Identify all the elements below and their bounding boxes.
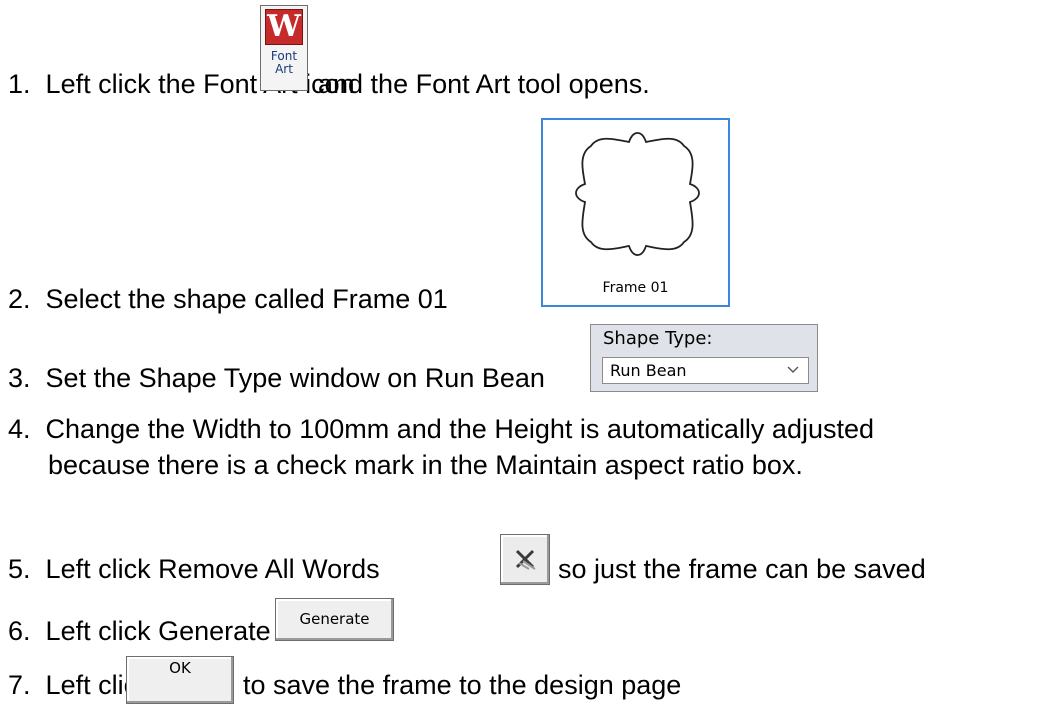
remove-all-words-button[interactable]: [500, 534, 550, 585]
step-number: 5.: [8, 554, 31, 584]
step-text: Set the Shape Type window on Run Bean: [45, 363, 545, 393]
step-text: Change the Width to 100mm and the Height…: [45, 414, 875, 444]
remove-all-words-icon: [515, 549, 536, 570]
font-art-label: Font Art: [270, 49, 298, 76]
step-3: 3. Set the Shape Type window on Run Bean: [8, 362, 545, 394]
step-4: 4. Change the Width to 100mm and the Hei…: [8, 413, 874, 445]
shape-type-value: Run Bean: [610, 361, 687, 380]
frame-shape-icon: [575, 132, 700, 256]
step-number: 2.: [8, 284, 31, 314]
chevron-down-icon: [787, 366, 799, 373]
step-number: 1.: [8, 69, 31, 99]
step-text: Left click Generate: [45, 616, 271, 646]
font-art-icon: W: [265, 9, 303, 45]
step-6: 6. Left click Generate: [8, 615, 271, 647]
step-number: 6.: [8, 616, 31, 646]
step-7-continued: to save the frame to the design page: [243, 670, 682, 700]
step-5: 5. Left click Remove All Words: [8, 553, 380, 585]
shape-type-group: Shape Type: Run Bean: [590, 324, 818, 392]
frame-caption: Frame 01: [602, 280, 669, 296]
step-text: Select the shape called Frame 01: [45, 284, 448, 314]
step-2: 2. Select the shape called Frame 01: [8, 283, 448, 315]
step-text: Left click Remove All Words: [45, 554, 380, 584]
step-number: 7.: [8, 670, 31, 700]
shape-type-label: Shape Type:: [603, 328, 713, 349]
shape-type-select[interactable]: Run Bean: [602, 357, 809, 384]
step-number: 3.: [8, 363, 31, 393]
step-4-continued: because there is a check mark in the Mai…: [48, 450, 803, 480]
step-text: Left click the Font Art icon: [45, 69, 355, 99]
step-1-continued: and the Font Art tool opens.: [318, 69, 650, 99]
font-art-button[interactable]: W Font Art: [260, 5, 308, 91]
ok-button[interactable]: OK: [126, 656, 234, 704]
generate-button[interactable]: Generate: [275, 598, 394, 641]
step-number: 4.: [8, 414, 31, 444]
frame-01-tile[interactable]: Frame 01: [541, 118, 730, 307]
step-5-continued: so just the frame can be saved: [558, 554, 926, 584]
